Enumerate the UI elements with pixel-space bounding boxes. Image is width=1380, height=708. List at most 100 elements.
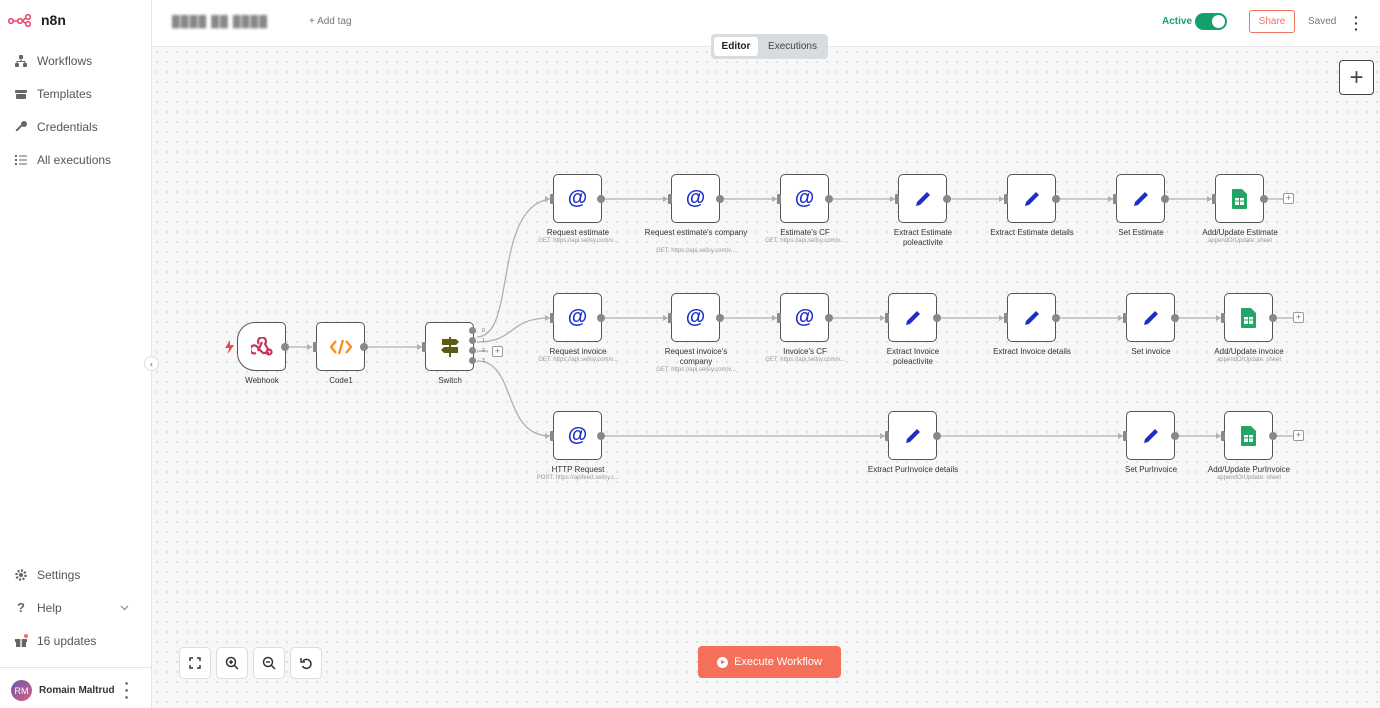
input-handle[interactable] [668, 194, 672, 204]
node-switch[interactable] [425, 322, 474, 371]
add-connected-node-button[interactable]: + [492, 346, 503, 357]
sidebar-item-credentials[interactable]: Credentials [14, 117, 98, 137]
sidebar-item-templates[interactable]: Templates [14, 84, 92, 104]
output-handle[interactable] [281, 343, 289, 351]
output-handle[interactable] [825, 195, 833, 203]
add-connected-node-button[interactable]: + [1293, 312, 1304, 323]
output-handle[interactable] [1269, 432, 1277, 440]
input-handle[interactable] [1123, 313, 1127, 323]
input-handle[interactable] [885, 313, 889, 323]
output-handle-3[interactable] [469, 357, 476, 364]
node-request-estimate[interactable]: @ [553, 174, 602, 223]
node-extract-invoice-poleactivite[interactable] [888, 293, 937, 342]
trigger-bolt-icon [225, 340, 234, 354]
node-set-invoice[interactable] [1126, 293, 1175, 342]
output-handle-0[interactable] [469, 327, 476, 334]
node-add-update-purinvoice[interactable] [1224, 411, 1273, 460]
output-handle[interactable] [1161, 195, 1169, 203]
node-label: Extract Invoice poleactivite [886, 347, 940, 366]
input-handle[interactable] [313, 342, 317, 352]
node-set-purinvoice[interactable] [1126, 411, 1175, 460]
zoom-out-button[interactable] [253, 647, 285, 679]
input-handle[interactable] [1221, 431, 1225, 441]
output-handle[interactable] [1269, 314, 1277, 322]
sidebar-item-workflows[interactable]: Workflows [14, 51, 92, 71]
node-estimates-cf[interactable]: @ [780, 174, 829, 223]
input-handle[interactable] [1004, 194, 1008, 204]
http-request-icon: @ [567, 424, 588, 446]
input-handle[interactable] [777, 194, 781, 204]
node-add-update-invoice[interactable] [1224, 293, 1273, 342]
node-extract-estimate-poleactivite[interactable] [898, 174, 947, 223]
node-request-invoice[interactable]: @ [553, 293, 602, 342]
workflow-name[interactable]: ████ ██ ████ [172, 16, 268, 28]
output-handle-1[interactable] [469, 337, 476, 344]
tab-executions[interactable]: Executions [760, 37, 825, 56]
output-handle[interactable] [360, 343, 368, 351]
sidebar-item-settings[interactable]: Settings [14, 565, 80, 585]
input-handle[interactable] [422, 342, 426, 352]
node-request-invoices-company[interactable]: @ [671, 293, 720, 342]
node-webhook[interactable] [237, 322, 286, 371]
input-handle[interactable] [550, 431, 554, 441]
share-button[interactable]: Share [1249, 10, 1295, 33]
add-node-button[interactable]: + [1339, 60, 1374, 95]
output-handle[interactable] [933, 314, 941, 322]
input-handle[interactable] [1004, 313, 1008, 323]
output-handle[interactable] [1052, 314, 1060, 322]
logo[interactable]: n8n [8, 12, 66, 28]
node-invoices-cf[interactable]: @ [780, 293, 829, 342]
user-menu-icon[interactable]: · · · [122, 676, 132, 704]
output-handle[interactable] [597, 314, 605, 322]
avatar[interactable]: RM [11, 680, 32, 701]
node-subtitle: appendOrUpdate: sheet [1216, 357, 1282, 363]
input-handle[interactable] [1221, 313, 1225, 323]
zoom-in-button[interactable] [216, 647, 248, 679]
sidebar-item-help[interactable]: ? Help [14, 598, 129, 618]
output-handle[interactable] [1171, 432, 1179, 440]
output-handle[interactable] [597, 432, 605, 440]
output-handle[interactable] [716, 195, 724, 203]
http-request-icon: @ [567, 306, 588, 328]
node-extract-estimate-details[interactable] [1007, 174, 1056, 223]
more-menu-icon[interactable]: · · · [1354, 10, 1359, 36]
output-handle-2[interactable] [469, 347, 476, 354]
input-handle[interactable] [1123, 431, 1127, 441]
input-handle[interactable] [777, 313, 781, 323]
node-code1[interactable] [316, 322, 365, 371]
add-connected-node-button[interactable]: + [1293, 430, 1304, 441]
tab-editor[interactable]: Editor [714, 37, 758, 56]
workflow-canvas[interactable]: Editor Executions + ‹ Webhook Code1 0 1 … [144, 34, 1380, 708]
node-set-estimate[interactable] [1116, 174, 1165, 223]
input-handle[interactable] [550, 194, 554, 204]
output-handle[interactable] [716, 314, 724, 322]
output-handle[interactable] [825, 314, 833, 322]
input-handle[interactable] [668, 313, 672, 323]
active-toggle[interactable] [1195, 13, 1227, 30]
node-extract-purinvoice-details[interactable] [888, 411, 937, 460]
node-add-update-estimate[interactable] [1215, 174, 1264, 223]
execute-workflow-button[interactable]: Execute Workflow [698, 646, 841, 678]
collapse-sidebar-button[interactable]: ‹ [144, 356, 159, 371]
input-handle[interactable] [550, 313, 554, 323]
output-handle[interactable] [1171, 314, 1179, 322]
input-handle[interactable] [1212, 194, 1216, 204]
add-tag-button[interactable]: + Add tag [309, 16, 352, 27]
output-handle[interactable] [1052, 195, 1060, 203]
node-http-request[interactable]: @ [553, 411, 602, 460]
output-handle[interactable] [1260, 195, 1268, 203]
node-request-estimates-company[interactable]: @ [671, 174, 720, 223]
input-handle[interactable] [895, 194, 899, 204]
node-extract-invoice-details[interactable] [1007, 293, 1056, 342]
input-handle[interactable] [1113, 194, 1117, 204]
output-handle[interactable] [943, 195, 951, 203]
sidebar-item-updates[interactable]: 16 updates [14, 631, 96, 651]
play-icon [717, 656, 729, 668]
sidebar-item-all-executions[interactable]: All executions [14, 150, 111, 170]
output-handle[interactable] [597, 195, 605, 203]
input-handle[interactable] [885, 431, 889, 441]
add-connected-node-button[interactable]: + [1283, 193, 1294, 204]
reset-zoom-button[interactable] [290, 647, 322, 679]
output-handle[interactable] [933, 432, 941, 440]
zoom-to-fit-button[interactable] [179, 647, 211, 679]
